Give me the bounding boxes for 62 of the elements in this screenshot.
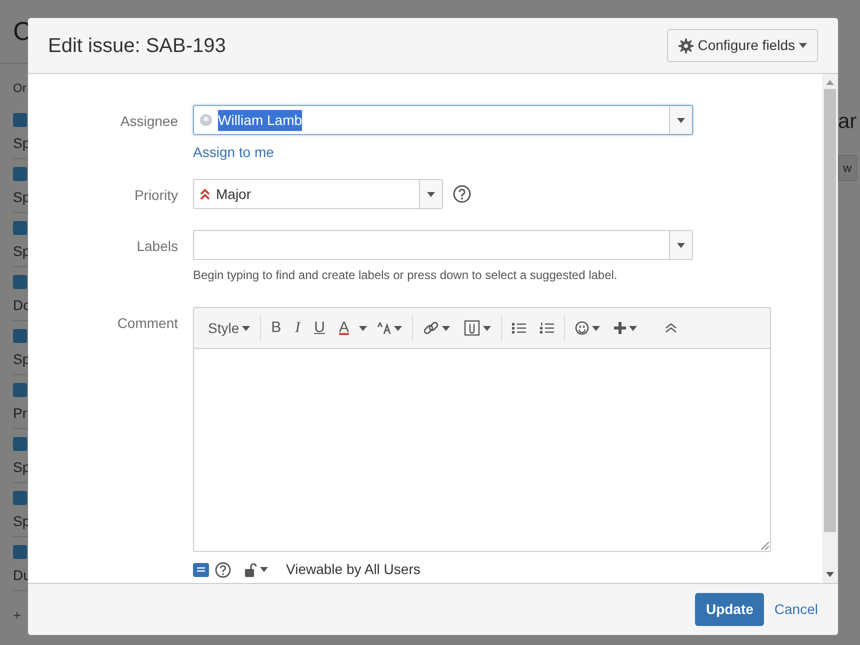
caret-icon [394, 326, 402, 330]
field-label: Priority [133, 186, 178, 205]
priority-icon [200, 188, 210, 200]
labels-field[interactable] [193, 230, 693, 260]
help-icon[interactable] [453, 185, 471, 203]
add-link[interactable]: + [13, 605, 22, 626]
priority-select[interactable]: Major [193, 179, 443, 209]
scrollbar[interactable] [822, 74, 838, 583]
caret-icon [677, 118, 685, 122]
bold-button[interactable]: B [264, 314, 288, 342]
caret-icon [442, 326, 450, 330]
update-button[interactable]: Update [694, 593, 764, 626]
caret-icon [629, 326, 637, 330]
caret-icon [427, 192, 435, 196]
checkbox[interactable] [13, 167, 27, 181]
field-label: Assignee [119, 112, 178, 131]
checkbox[interactable] [13, 545, 27, 559]
help-icon[interactable] [215, 562, 231, 578]
caret-icon [677, 242, 685, 248]
field-label: Labels [136, 237, 178, 256]
resize-handle-icon [761, 542, 769, 550]
caret-icon [359, 326, 367, 330]
cancel-link[interactable]: Cancel [774, 599, 818, 620]
attachment-icon [464, 320, 480, 336]
assignee-select[interactable]: William Lamb [193, 105, 693, 135]
assign-to-me-link[interactable]: Assign to me [193, 142, 274, 163]
underline-button[interactable]: U [307, 314, 332, 342]
collapse-icon [665, 323, 677, 333]
view-button[interactable]: w [838, 155, 857, 181]
caret-icon [260, 567, 268, 572]
text-color-button[interactable]: A [332, 314, 356, 342]
text-mode-icon[interactable] [193, 562, 209, 576]
checkbox[interactable] [13, 437, 27, 451]
board-title: ar [838, 109, 857, 135]
italic-button[interactable]: I [288, 314, 308, 342]
link-icon [423, 320, 439, 336]
caret-icon [799, 43, 807, 48]
checkbox[interactable] [13, 329, 27, 343]
checkbox[interactable] [13, 221, 27, 235]
checkbox[interactable] [13, 113, 27, 127]
caret-icon [483, 326, 491, 330]
caret-icon [592, 326, 600, 330]
scroll-down-icon [826, 572, 834, 577]
plus-icon [614, 322, 626, 334]
sidebar-heading: Or [13, 80, 28, 97]
avatar-icon [200, 114, 212, 126]
field-label: Comment [116, 314, 178, 333]
visibility-text: Viewable by All Users [286, 560, 420, 579]
padlock-icon [245, 562, 257, 576]
bullet-list-icon [512, 322, 526, 334]
style-dropdown[interactable]: Style [201, 314, 258, 342]
numbered-list-icon [540, 322, 554, 334]
checkbox[interactable] [13, 491, 27, 505]
caret-icon [242, 326, 250, 330]
format-icon [377, 322, 391, 334]
scroll-up-icon [826, 80, 834, 85]
checkbox[interactable] [13, 275, 27, 289]
dialog-title: Edit issue: SAB-193 [48, 34, 226, 58]
help-text: Begin typing to find and create labels or press down to select a suggested label. [193, 267, 618, 284]
smiley-icon [575, 321, 589, 335]
checkbox[interactable] [13, 383, 27, 397]
configure-fields-button[interactable]: Configure fields [666, 29, 818, 62]
